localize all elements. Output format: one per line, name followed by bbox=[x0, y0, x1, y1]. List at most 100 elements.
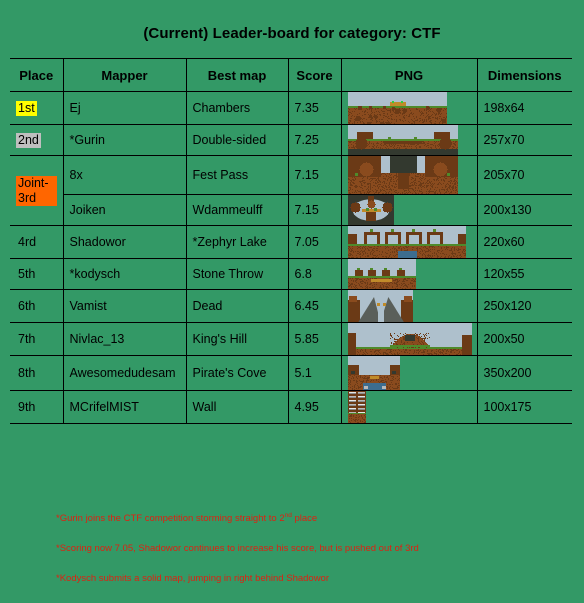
map-thumbnail-image[interactable] bbox=[348, 226, 466, 258]
dimensions-cell: 250x120 bbox=[477, 290, 572, 323]
dimensions-cell: 257x70 bbox=[477, 125, 572, 156]
best-map-cell: *Zephyr Lake bbox=[186, 226, 288, 259]
table-row: 2nd *Gurin Double-sided 7.25 257x70 bbox=[10, 125, 572, 156]
table-row: 9th MCrifelMIST Wall 4.95 100x175 bbox=[10, 391, 572, 424]
map-thumbnail-cell[interactable] bbox=[341, 391, 477, 424]
footnote: *Gurin joins the CTF competition stormin… bbox=[56, 510, 566, 525]
map-thumbnail-image[interactable] bbox=[348, 356, 400, 390]
place-cell: 2nd bbox=[10, 125, 63, 156]
footnote-text: *Kodysch submits a solid map, jumping in… bbox=[56, 573, 329, 584]
footnote: *Scoring now 7.05, Shadowor continues to… bbox=[56, 543, 566, 555]
column-header-best-map: Best map bbox=[186, 59, 288, 92]
footnote: *Kodysch submits a solid map, jumping in… bbox=[56, 573, 566, 585]
mapper-cell: Joiken bbox=[63, 195, 186, 226]
place-badge: 6th bbox=[16, 299, 37, 314]
mapper-cell: *Gurin bbox=[63, 125, 186, 156]
best-map-cell: Wdammeulff bbox=[186, 195, 288, 226]
column-header-png: PNG bbox=[341, 59, 477, 92]
map-thumbnail-cell[interactable] bbox=[341, 356, 477, 391]
column-header-score: Score bbox=[288, 59, 341, 92]
footnote-text: *Scoring now 7.05, Shadowor continues to… bbox=[56, 543, 419, 554]
score-cell: 7.05 bbox=[288, 226, 341, 259]
map-thumbnail-image[interactable] bbox=[348, 125, 458, 155]
dimensions-cell: 220x60 bbox=[477, 226, 572, 259]
place-cell: 9th bbox=[10, 391, 63, 424]
map-thumbnail-cell[interactable] bbox=[341, 259, 477, 290]
map-thumbnail-image[interactable] bbox=[348, 156, 458, 194]
place-cell: 6th bbox=[10, 290, 63, 323]
map-thumbnail-cell[interactable] bbox=[341, 290, 477, 323]
table-row: Joint-3rd 8x Fest Pass 7.15 205x70 bbox=[10, 156, 572, 195]
map-thumbnail-image[interactable] bbox=[348, 195, 394, 225]
map-thumbnail-cell[interactable] bbox=[341, 195, 477, 226]
map-thumbnail-cell[interactable] bbox=[341, 323, 477, 356]
dimensions-cell: 205x70 bbox=[477, 156, 572, 195]
best-map-cell: Chambers bbox=[186, 92, 288, 125]
table-row: 5th *kodysch Stone Throw 6.8 120x55 bbox=[10, 259, 572, 290]
footnote-text: *Gurin joins the CTF competition stormin… bbox=[56, 513, 285, 524]
map-thumbnail-cell[interactable] bbox=[341, 92, 477, 125]
map-thumbnail-cell[interactable] bbox=[341, 226, 477, 259]
dimensions-cell: 350x200 bbox=[477, 356, 572, 391]
dimensions-cell: 100x175 bbox=[477, 391, 572, 424]
footnotes: *Gurin joins the CTF competition stormin… bbox=[56, 510, 566, 603]
page-title: (Current) Leader-board for category: CTF bbox=[0, 0, 584, 42]
map-thumbnail-image[interactable] bbox=[348, 391, 366, 423]
table-body: 1st Ej Chambers 7.35 198x64 2nd *Gurin Double-s… bbox=[10, 92, 572, 424]
score-cell: 5.1 bbox=[288, 356, 341, 391]
place-cell: 8th bbox=[10, 356, 63, 391]
dimensions-cell: 200x130 bbox=[477, 195, 572, 226]
map-thumbnail-image[interactable] bbox=[348, 323, 472, 355]
table-row: 4rd Shadowor *Zephyr Lake 7.05 220x60 bbox=[10, 226, 572, 259]
score-cell: 6.8 bbox=[288, 259, 341, 290]
mapper-cell: MCrifelMIST bbox=[63, 391, 186, 424]
place-badge: Joint-3rd bbox=[16, 176, 57, 206]
footnote-ordinal-suffix: nd bbox=[285, 512, 292, 519]
mapper-cell: Shadowor bbox=[63, 226, 186, 259]
mapper-cell: Awesomedudesam bbox=[63, 356, 186, 391]
place-cell: 1st bbox=[10, 92, 63, 125]
map-thumbnail-cell[interactable] bbox=[341, 156, 477, 195]
best-map-cell: Wall bbox=[186, 391, 288, 424]
place-badge: 8th bbox=[16, 366, 37, 381]
column-header-place: Place bbox=[10, 59, 63, 92]
score-cell: 6.45 bbox=[288, 290, 341, 323]
map-thumbnail-cell[interactable] bbox=[341, 125, 477, 156]
table-header-row: Place Mapper Best map Score PNG Dimensio… bbox=[10, 59, 572, 92]
place-badge: 4rd bbox=[16, 235, 38, 250]
best-map-cell: Stone Throw bbox=[186, 259, 288, 290]
score-cell: 7.15 bbox=[288, 156, 341, 195]
table-row: 6th Vamist Dead 6.45 250x120 bbox=[10, 290, 572, 323]
footnote-text-tail: place bbox=[292, 513, 317, 524]
map-thumbnail-image[interactable] bbox=[348, 92, 447, 124]
place-badge: 7th bbox=[16, 332, 37, 347]
dimensions-cell: 200x50 bbox=[477, 323, 572, 356]
best-map-cell: Fest Pass bbox=[186, 156, 288, 195]
score-cell: 4.95 bbox=[288, 391, 341, 424]
leaderboard-table-wrap: Place Mapper Best map Score PNG Dimensio… bbox=[10, 58, 572, 424]
score-cell: 7.15 bbox=[288, 195, 341, 226]
score-cell: 5.85 bbox=[288, 323, 341, 356]
table-row: 1st Ej Chambers 7.35 198x64 bbox=[10, 92, 572, 125]
score-cell: 7.35 bbox=[288, 92, 341, 125]
mapper-cell: Nivlac_13 bbox=[63, 323, 186, 356]
place-cell: 5th bbox=[10, 259, 63, 290]
table-row: Joiken Wdammeulff 7.15 200x130 bbox=[10, 195, 572, 226]
best-map-cell: Dead bbox=[186, 290, 288, 323]
leaderboard-table: Place Mapper Best map Score PNG Dimensio… bbox=[10, 58, 572, 424]
column-header-dimensions: Dimensions bbox=[477, 59, 572, 92]
mapper-cell: 8x bbox=[63, 156, 186, 195]
place-cell: 4rd bbox=[10, 226, 63, 259]
dimensions-cell: 120x55 bbox=[477, 259, 572, 290]
best-map-cell: Pirate's Cove bbox=[186, 356, 288, 391]
score-cell: 7.25 bbox=[288, 125, 341, 156]
column-header-mapper: Mapper bbox=[63, 59, 186, 92]
place-badge: 9th bbox=[16, 400, 37, 415]
mapper-cell: Ej bbox=[63, 92, 186, 125]
place-badge: 1st bbox=[16, 101, 37, 116]
dimensions-cell: 198x64 bbox=[477, 92, 572, 125]
place-badge: 2nd bbox=[16, 133, 41, 148]
map-thumbnail-image[interactable] bbox=[348, 259, 416, 289]
place-cell: 7th bbox=[10, 323, 63, 356]
map-thumbnail-image[interactable] bbox=[348, 290, 413, 322]
